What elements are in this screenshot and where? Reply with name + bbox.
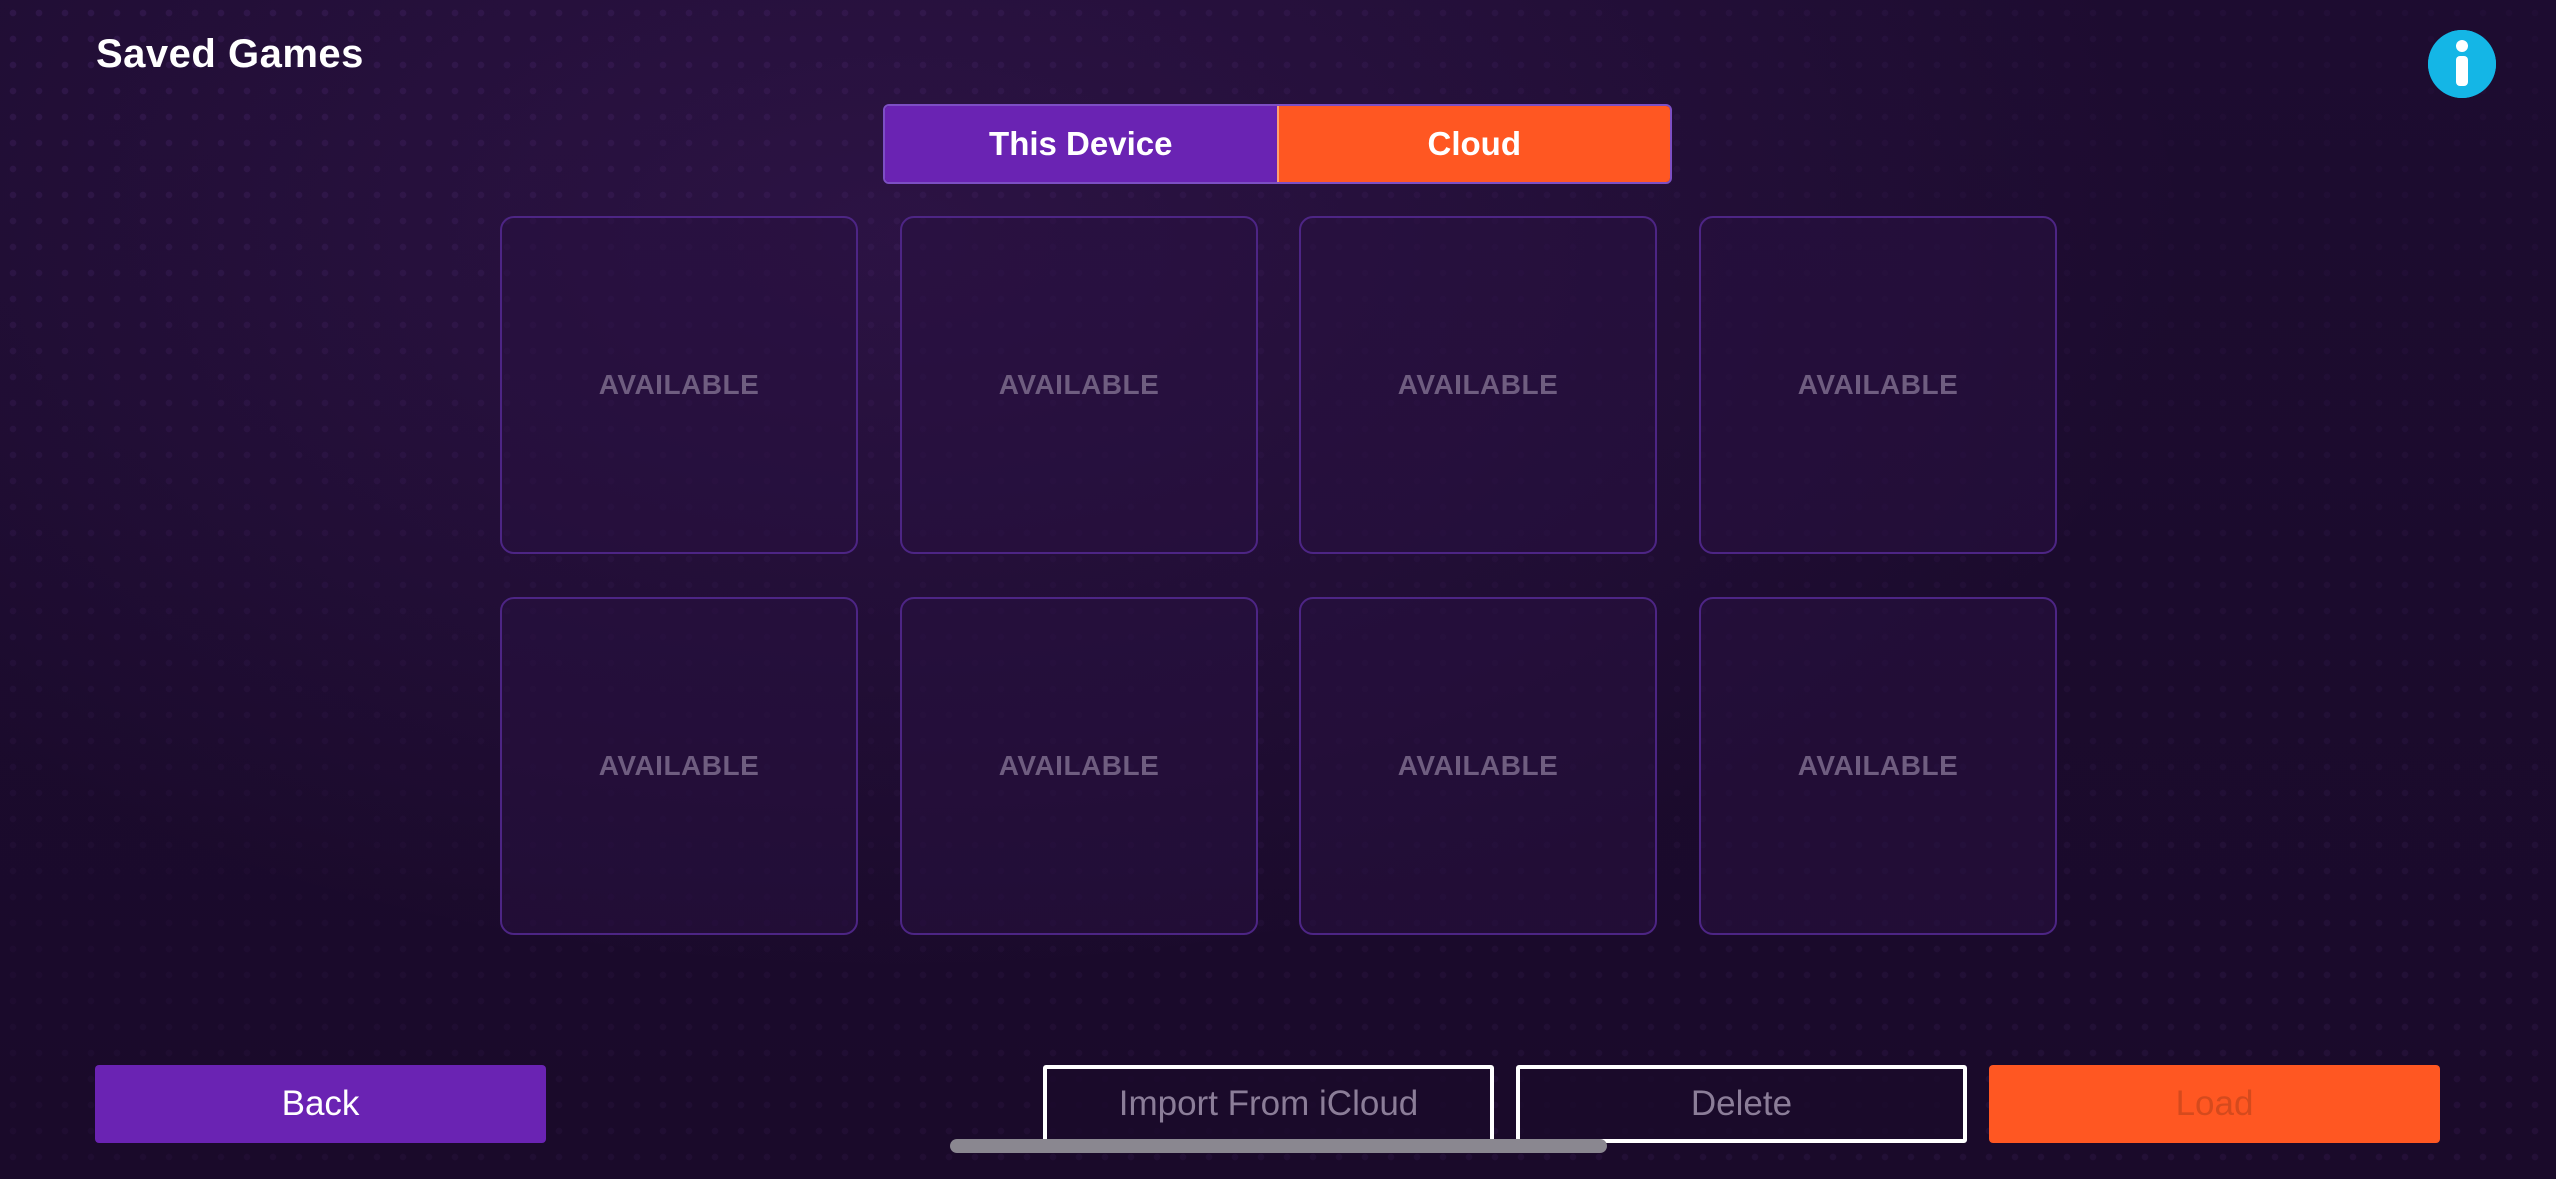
home-indicator[interactable] [950,1139,1607,1153]
save-slot[interactable]: AVAILABLE [900,597,1258,935]
save-slot-label: AVAILABLE [1397,750,1559,781]
save-slot[interactable]: AVAILABLE [1699,597,2057,935]
tab-cloud[interactable]: Cloud [1276,106,1670,182]
save-slot-label: AVAILABLE [998,369,1160,400]
info-button[interactable] [2428,30,2496,98]
save-slot[interactable]: AVAILABLE [1699,216,2057,554]
save-slot-label: AVAILABLE [1797,369,1959,400]
save-slot[interactable]: AVAILABLE [500,216,858,554]
import-from-icloud-button[interactable]: Import From iCloud [1043,1065,1494,1143]
save-slot[interactable]: AVAILABLE [900,216,1258,554]
tab-this-device[interactable]: This Device [885,106,1277,182]
save-slot-label: AVAILABLE [598,750,760,781]
save-slot[interactable]: AVAILABLE [1299,216,1657,554]
delete-button[interactable]: Delete [1516,1065,1967,1143]
load-button[interactable]: Load [1989,1065,2440,1143]
info-icon [2428,30,2496,98]
storage-tabs: This Device Cloud [883,104,1672,184]
page-title: Saved Games [96,32,364,76]
back-button[interactable]: Back [95,1065,546,1143]
save-slot[interactable]: AVAILABLE [500,597,858,935]
save-slot-label: AVAILABLE [998,750,1160,781]
save-slot[interactable]: AVAILABLE [1299,597,1657,935]
save-slot-label: AVAILABLE [1797,750,1959,781]
saved-games-screen: Saved Games This Device Cloud AVAILABLE … [0,0,2556,1179]
save-slot-label: AVAILABLE [598,369,760,400]
save-slot-label: AVAILABLE [1397,369,1559,400]
